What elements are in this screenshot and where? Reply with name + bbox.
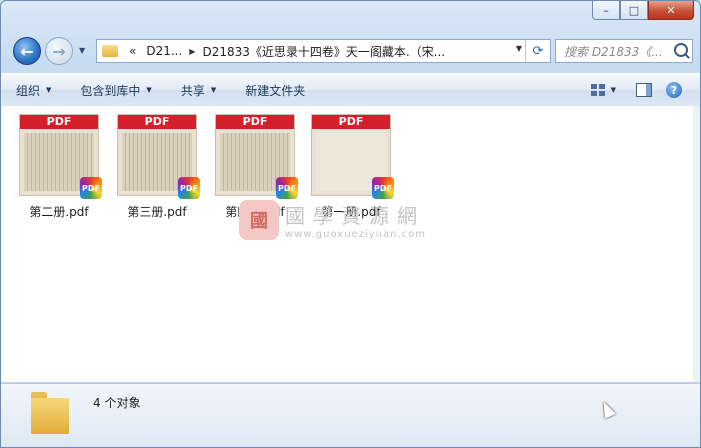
vertical-scrollbar[interactable]	[693, 106, 700, 382]
navigation-bar: ← → ▼ « D21... ▶ D21833《近思录十四卷》天一阁藏本.（宋.…	[1, 33, 700, 67]
new-folder-label: 新建文件夹	[245, 83, 306, 98]
view-chevron-down-icon[interactable]: ▼	[611, 86, 616, 94]
close-button[interactable]: ✕	[648, 1, 694, 20]
file-name: 第二册.pdf	[29, 205, 89, 219]
chevron-down-icon: ▼	[46, 86, 52, 94]
breadcrumb-segment-parent[interactable]: D21...	[141, 44, 187, 58]
address-bar[interactable]: « D21... ▶ D21833《近思录十四卷》天一阁藏本.（宋... ▼ ⟳	[96, 39, 551, 63]
share-label: 共享	[180, 83, 205, 98]
recent-pages-dropdown-icon[interactable]: ▼	[79, 46, 85, 55]
file-item[interactable]: PDF PDF 第三册.pdf	[115, 114, 200, 220]
view-options-icon[interactable]	[590, 84, 605, 96]
pdf-band: PDF	[20, 115, 98, 129]
back-button[interactable]: ←	[13, 37, 41, 65]
pdf-band: PDF	[216, 115, 294, 129]
pdf-thumbnail: PDF PDF	[19, 114, 102, 199]
details-pane: 4 个对象	[1, 383, 700, 447]
chevron-down-icon: ▼	[210, 86, 217, 94]
pdf-app-icon: PDF	[178, 177, 200, 199]
file-list[interactable]: PDF PDF 第二册.pdf PDF PDF 第三册.pdf PDF PDF …	[1, 106, 693, 382]
search-input[interactable]: 搜索 D21833《...	[556, 43, 674, 60]
folder-large-icon	[31, 392, 69, 434]
command-bar: 组织 ▼ 包含到库中 ▼ 共享 ▼ 新建文件夹 ▼ ?	[1, 73, 700, 107]
maximize-button[interactable]: □	[620, 1, 648, 20]
share-button[interactable]: 共享 ▼	[181, 82, 216, 99]
watermark-seal-icon: 國	[239, 200, 279, 240]
chevron-down-icon: ▼	[146, 86, 152, 94]
toolbar-right: ▼ ?	[590, 74, 700, 106]
item-count: 4 个对象	[93, 396, 141, 410]
organize-button[interactable]: 组织 ▼	[16, 82, 51, 99]
pdf-app-icon: PDF	[276, 177, 298, 199]
explorer-window: – □ ✕ ← → ▼ « D21... ▶ D21833《近思录十四卷》天一阁…	[0, 0, 701, 448]
include-in-library-label: 包含到库中	[80, 83, 141, 98]
watermark-url: www.guoxueziyuan.com	[285, 229, 426, 240]
file-item[interactable]: PDF PDF 第二册.pdf	[17, 114, 102, 220]
organize-label: 组织	[16, 83, 41, 98]
search-icon[interactable]	[674, 43, 688, 57]
help-icon[interactable]: ?	[666, 82, 682, 98]
refresh-icon[interactable]: ⟳	[525, 40, 550, 62]
folder-icon	[102, 45, 118, 57]
pdf-app-icon: PDF	[80, 177, 102, 199]
new-folder-button[interactable]: 新建文件夹	[245, 82, 305, 99]
watermark: 國 國學資源網 www.guoxueziyuan.com	[239, 200, 426, 240]
search-box[interactable]: 搜索 D21833《...	[555, 39, 693, 63]
breadcrumb-segment-current[interactable]: D21833《近思录十四卷》天一阁藏本.（宋...	[197, 43, 450, 60]
minimize-button[interactable]: –	[592, 1, 620, 20]
pdf-thumbnail: PDF PDF	[215, 114, 298, 199]
watermark-chinese: 國學資源網	[285, 204, 425, 228]
pdf-thumbnail: PDF PDF	[117, 114, 200, 199]
breadcrumb-overflow[interactable]: «	[124, 44, 141, 58]
pdf-app-icon: PDF	[372, 177, 394, 199]
breadcrumb-chevron-icon[interactable]: ▶	[187, 47, 197, 56]
pdf-band: PDF	[118, 115, 196, 129]
include-in-library-button[interactable]: 包含到库中 ▼	[80, 82, 151, 99]
caption-buttons: – □ ✕	[592, 1, 694, 20]
forward-button[interactable]: →	[45, 37, 73, 65]
preview-pane-icon[interactable]	[636, 83, 652, 97]
address-dropdown-icon[interactable]: ▼	[516, 44, 522, 53]
pdf-band: PDF	[312, 115, 390, 129]
watermark-text: 國學資源網 www.guoxueziyuan.com	[285, 200, 426, 240]
file-name: 第三册.pdf	[127, 205, 187, 219]
pdf-thumbnail: PDF PDF	[311, 114, 394, 199]
